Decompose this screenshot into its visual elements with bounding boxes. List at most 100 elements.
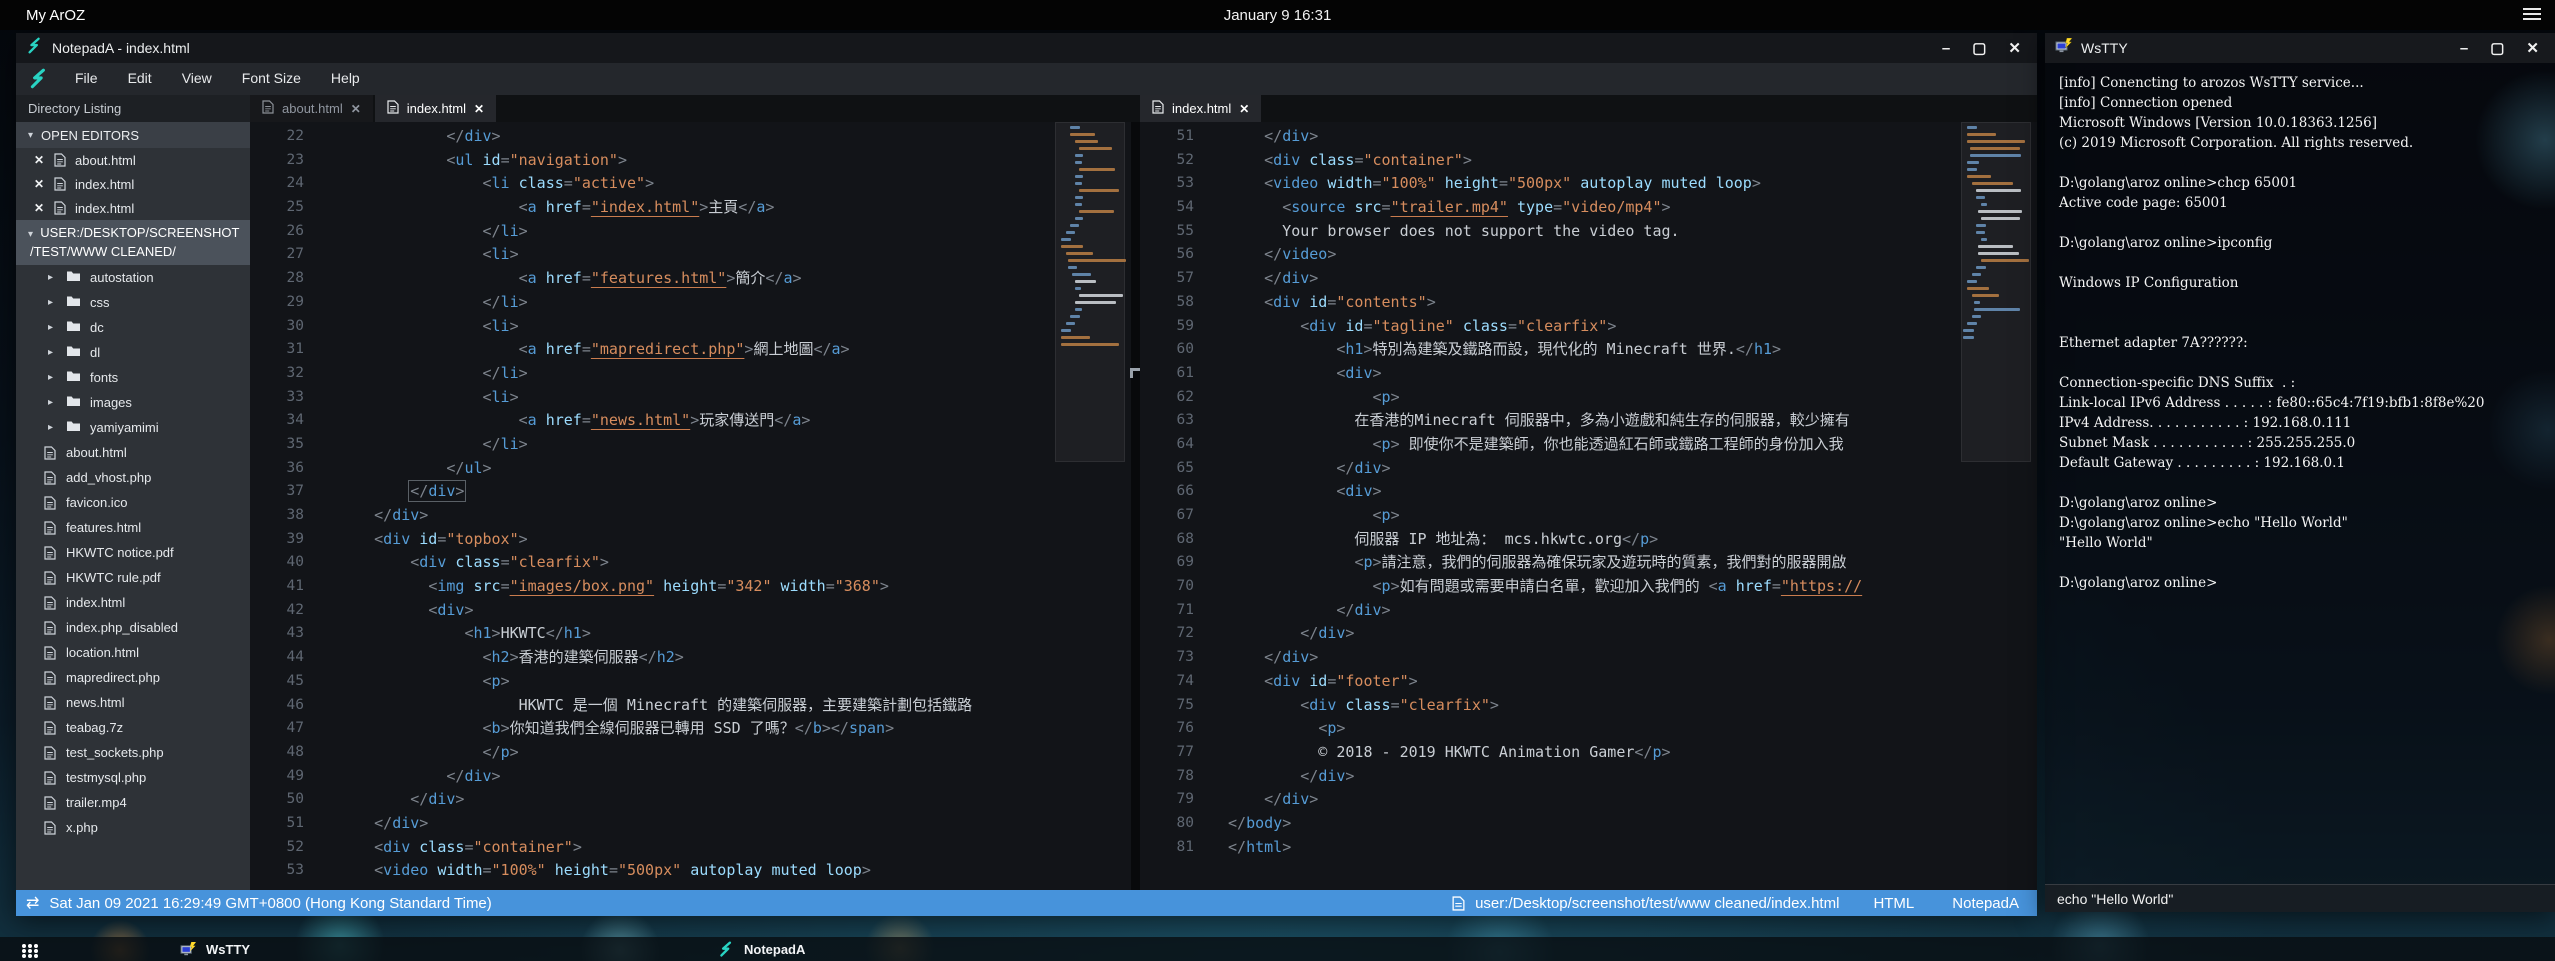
- open-editor-item[interactable]: ✕index.html: [16, 196, 250, 220]
- minimize-button[interactable]: –: [2460, 41, 2468, 56]
- code-line-35[interactable]: 35 </li>: [250, 433, 1131, 457]
- editor-pane-right[interactable]: 51 </div>52 <div class="container">53 <v…: [1140, 122, 2037, 890]
- folder-item-dl[interactable]: ▸dl: [16, 340, 250, 365]
- code-line-65[interactable]: 65 </div>: [1140, 457, 2037, 481]
- editor-tab-index.html[interactable]: index.html✕: [1140, 95, 1261, 122]
- file-item-HKWTC-notice.pdf[interactable]: HKWTC notice.pdf: [16, 540, 250, 565]
- hamburger-menu-icon[interactable]: [2523, 8, 2541, 22]
- code-line-74[interactable]: 74 <div id="footer">: [1140, 670, 2037, 694]
- close-icon[interactable]: ✕: [32, 153, 46, 167]
- menu-item-font-size[interactable]: Font Size: [227, 70, 316, 86]
- taskbar-item-wstty[interactable]: WsTTY: [180, 937, 250, 961]
- code-line-54[interactable]: 54 <source src="trailer.mp4" type="video…: [1140, 196, 2037, 220]
- file-item-x.php[interactable]: x.php: [16, 815, 250, 840]
- code-line-67[interactable]: 67 <p>: [1140, 504, 2037, 528]
- minimap[interactable]: [1963, 126, 2025, 343]
- file-item-HKWTC-rule.pdf[interactable]: HKWTC rule.pdf: [16, 565, 250, 590]
- code-line-63[interactable]: 63 在香港的Minecraft 伺服器中，多為小遊戲和純生存的伺服器，較少擁有: [1140, 409, 2037, 433]
- code-line-40[interactable]: 40 <div class="clearfix">: [250, 551, 1131, 575]
- code-line-26[interactable]: 26 </li>: [250, 220, 1131, 244]
- code-line-29[interactable]: 29 </li>: [250, 291, 1131, 315]
- code-line-56[interactable]: 56 </video>: [1140, 243, 2037, 267]
- code-line-34[interactable]: 34 <a href="news.html">玩家傳送門</a>: [250, 409, 1131, 433]
- open-editor-item[interactable]: ✕index.html: [16, 172, 250, 196]
- editor-tab-about.html[interactable]: about.html✕: [250, 95, 373, 122]
- tab-close-icon[interactable]: ✕: [351, 102, 361, 116]
- code-line-33[interactable]: 33 <li>: [250, 386, 1131, 410]
- open-editor-item[interactable]: ✕about.html: [16, 148, 250, 172]
- app-grid-icon[interactable]: [22, 944, 26, 948]
- file-item-teabag.7z[interactable]: teabag.7z: [16, 715, 250, 740]
- code-line-64[interactable]: 64 <p> 即使你不是建築師，你也能透過紅石師或鐵路工程師的身份加入我: [1140, 433, 2037, 457]
- code-line-77[interactable]: 77 © 2018 - 2019 HKWTC Animation Gamer</…: [1140, 741, 2037, 765]
- code-line-78[interactable]: 78 </div>: [1140, 765, 2037, 789]
- folder-item-images[interactable]: ▸images: [16, 390, 250, 415]
- file-item-add_vhost.php[interactable]: add_vhost.php: [16, 465, 250, 490]
- file-item-test_sockets.php[interactable]: test_sockets.php: [16, 740, 250, 765]
- code-line-79[interactable]: 79 </div>: [1140, 788, 2037, 812]
- menu-item-help[interactable]: Help: [316, 70, 375, 86]
- code-line-22[interactable]: 22 </div>: [250, 125, 1131, 149]
- tab-close-icon[interactable]: ✕: [1239, 102, 1249, 116]
- close-icon[interactable]: ✕: [32, 177, 46, 191]
- file-item-mapredirect.php[interactable]: mapredirect.php: [16, 665, 250, 690]
- code-line-66[interactable]: 66 <div>: [1140, 480, 2037, 504]
- notepad-titlebar[interactable]: NotepadA - index.html – ▢ ✕: [16, 33, 2037, 63]
- code-line-38[interactable]: 38 </div>: [250, 504, 1131, 528]
- maximize-button[interactable]: ▢: [2490, 41, 2504, 56]
- folder-item-autostation[interactable]: ▸autostation: [16, 265, 250, 290]
- code-line-73[interactable]: 73 </div>: [1140, 646, 2037, 670]
- code-line-62[interactable]: 62 <p>: [1140, 386, 2037, 410]
- code-line-80[interactable]: 80</body>: [1140, 812, 2037, 836]
- close-icon[interactable]: ✕: [32, 201, 46, 215]
- code-line-75[interactable]: 75 <div class="clearfix">: [1140, 694, 2037, 718]
- file-item-features.html[interactable]: features.html: [16, 515, 250, 540]
- terminal-command-input[interactable]: [2045, 891, 2555, 907]
- file-item-index.php_disabled[interactable]: index.php_disabled: [16, 615, 250, 640]
- code-line-43[interactable]: 43 <h1>HKWTC</h1>: [250, 622, 1131, 646]
- code-line-72[interactable]: 72 </div>: [1140, 622, 2037, 646]
- code-line-30[interactable]: 30 <li>: [250, 315, 1131, 339]
- minimize-button[interactable]: –: [1942, 41, 1950, 56]
- open-editors-section[interactable]: ▾ OPEN EDITORS: [16, 122, 250, 148]
- code-line-57[interactable]: 57 </div>: [1140, 267, 2037, 291]
- code-line-49[interactable]: 49 </div>: [250, 765, 1131, 789]
- folder-item-yamiyamimi[interactable]: ▸yamiyamimi: [16, 415, 250, 440]
- code-line-58[interactable]: 58 <div id="contents">: [1140, 291, 2037, 315]
- tab-close-icon[interactable]: ✕: [474, 102, 484, 116]
- code-line-81[interactable]: 81</html>: [1140, 836, 2037, 860]
- code-line-27[interactable]: 27 <li>: [250, 243, 1131, 267]
- code-line-52[interactable]: 52 <div class="container">: [250, 836, 1131, 860]
- folder-item-dc[interactable]: ▸dc: [16, 315, 250, 340]
- code-line-61[interactable]: 61 <div>: [1140, 362, 2037, 386]
- code-line-46[interactable]: 46 HKWTC 是一個 Minecraft 的建築伺服器，主要建築計劃包括鐵路: [250, 694, 1131, 718]
- code-line-59[interactable]: 59 <div id="tagline" class="clearfix">: [1140, 315, 2037, 339]
- code-line-25[interactable]: 25 <a href="index.html">主頁</a>: [250, 196, 1131, 220]
- file-item-index.html[interactable]: index.html: [16, 590, 250, 615]
- code-line-51[interactable]: 51 </div>: [250, 812, 1131, 836]
- maximize-button[interactable]: ▢: [1972, 41, 1986, 56]
- wstty-titlebar[interactable]: WsTTY – ▢ ✕: [2045, 33, 2555, 63]
- taskbar-item-notepada[interactable]: NotepadA: [718, 937, 805, 961]
- editor-pane-left[interactable]: 22 </div>23 <ul id="navigation">24 <li c…: [250, 122, 1131, 890]
- file-item-about.html[interactable]: about.html: [16, 440, 250, 465]
- code-line-55[interactable]: 55 Your browser does not support the vid…: [1140, 220, 2037, 244]
- code-line-41[interactable]: 41 <img src="images/box.png" height="342…: [250, 575, 1131, 599]
- code-line-69[interactable]: 69 <p>請注意，我們的伺服器為確保玩家及遊玩時的質素，我們對的服器開啟: [1140, 551, 2037, 575]
- code-line-42[interactable]: 42 <div>: [250, 599, 1131, 623]
- file-item-trailer.mp4[interactable]: trailer.mp4: [16, 790, 250, 815]
- code-line-24[interactable]: 24 <li class="active">: [250, 172, 1131, 196]
- code-line-53[interactable]: 53 <video width="100%" height="500px" au…: [250, 859, 1131, 883]
- folder-item-fonts[interactable]: ▸fonts: [16, 365, 250, 390]
- pane-splitter[interactable]: [1131, 122, 1140, 890]
- code-line-45[interactable]: 45 <p>: [250, 670, 1131, 694]
- code-line-70[interactable]: 70 <p>如有問題或需要申請白名單，歡迎加入我們的 <a href="http…: [1140, 575, 2037, 599]
- folder-item-css[interactable]: ▸css: [16, 290, 250, 315]
- code-line-28[interactable]: 28 <a href="features.html">簡介</a>: [250, 267, 1131, 291]
- close-button[interactable]: ✕: [2008, 41, 2021, 56]
- code-line-50[interactable]: 50 </div>: [250, 788, 1131, 812]
- file-item-favicon.ico[interactable]: favicon.ico: [16, 490, 250, 515]
- code-line-39[interactable]: 39 <div id="topbox">: [250, 528, 1131, 552]
- menu-item-file[interactable]: File: [60, 70, 113, 86]
- code-line-23[interactable]: 23 <ul id="navigation">: [250, 149, 1131, 173]
